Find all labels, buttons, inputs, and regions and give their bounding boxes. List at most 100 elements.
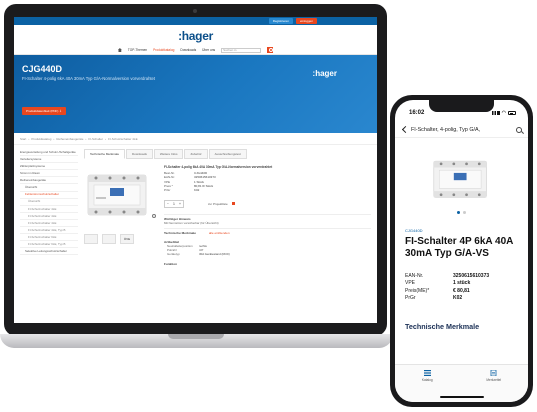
plus-icon[interactable]: + bbox=[177, 201, 183, 207]
hager-logo[interactable]: :hager bbox=[178, 29, 213, 43]
features-heading: Technische Merkmale alle einblenden bbox=[164, 227, 371, 235]
phone-screen: 16:02 ◠ FI-Schalter, 4-polig, Typ G/A, C… bbox=[395, 100, 528, 402]
category-sidebar: Energieverteilung und Schutz-/Schaltgerä… bbox=[20, 149, 78, 266]
quantity-row: − 1 + zur Projektliste bbox=[164, 199, 371, 208]
thumbnail[interactable] bbox=[84, 234, 98, 244]
search-icon[interactable] bbox=[516, 126, 522, 133]
sidebar-item[interactable]: Reiheneinbaugeräte bbox=[20, 177, 78, 185]
breadcrumb-item[interactable]: FI-Schalter bbox=[88, 137, 103, 141]
rcd-device-illustration bbox=[433, 160, 487, 198]
phone-section-heading[interactable]: Technische Merkmale bbox=[405, 322, 518, 331]
sidebar-item[interactable]: FI-Schutzschalter 4LE, Typ B bbox=[20, 227, 78, 235]
breadcrumb-item[interactable]: Start bbox=[20, 137, 26, 141]
sidebar-item[interactable]: Fehlerstromschutzschalter bbox=[20, 192, 78, 199]
sidebar-item[interactable]: FI-Schutzschalter 6LE, Typ B bbox=[20, 241, 78, 249]
sidebar-item[interactable]: Selektive Leitungsschutzschalter bbox=[20, 248, 78, 256]
tab-merkzettel-label: Merkzettel bbox=[486, 378, 502, 382]
pdf-download-button[interactable]: Produktdatenblatt (PDF) ⇩ bbox=[22, 107, 66, 115]
breadcrumb-item[interactable]: Produktkatalog bbox=[31, 137, 51, 141]
nav-top-themen[interactable]: TOP-Themen bbox=[128, 48, 147, 52]
nav-produktkatalog[interactable]: Produktkatalog bbox=[153, 48, 174, 52]
thumbnail[interactable] bbox=[102, 234, 116, 244]
hint-heading: Wichtiger Hinweis bbox=[164, 213, 371, 221]
page-content: Energieverteilung und Schutz-/Schaltgerä… bbox=[14, 145, 377, 270]
breadcrumb-item[interactable]: FI-Schutzschalter 4LE bbox=[108, 137, 138, 141]
pdf-button-label: Produktdatenblatt (PDF) bbox=[26, 109, 59, 113]
product-code: CJG440D bbox=[405, 228, 423, 233]
phone-spec-row: EAN-Nr. 3250615610373 bbox=[405, 273, 518, 280]
product-main: Technische Merkmale Downloads Weitere In… bbox=[84, 149, 371, 266]
back-chevron-icon[interactable] bbox=[401, 125, 410, 134]
section-funktion[interactable]: Funktion bbox=[164, 260, 371, 266]
sidebar-item[interactable]: FI-Schutzschalter 4LE bbox=[20, 220, 78, 228]
phone-spec-list: EAN-Nr. 3250615610373 VPE 1 stück Preis(ME)*… bbox=[405, 273, 518, 302]
spec-key: Preis(ME)* bbox=[405, 287, 430, 294]
phone-spec-row: PrGr K02 bbox=[405, 295, 518, 302]
site-topbar: Registrieren einloggen bbox=[14, 17, 377, 25]
rcd-device-illustration bbox=[87, 174, 147, 216]
thumbnail-strip: ÖVE bbox=[84, 234, 154, 244]
app-header-title: FI-Schalter, 4-polig, Typ G/A, bbox=[411, 126, 481, 133]
phone-notch bbox=[429, 100, 494, 112]
home-indicator bbox=[440, 396, 484, 398]
main-nav: TOP-Themen Produktkatalog Downloads Über… bbox=[14, 46, 377, 55]
features-toggle-link[interactable]: alle einblenden bbox=[209, 231, 230, 235]
zoom-icon[interactable] bbox=[152, 214, 156, 218]
laptop: Registrieren einloggen :hager TOP-Themen… bbox=[4, 4, 387, 336]
tab-weitere-infos[interactable]: Weitere Infos bbox=[153, 149, 184, 159]
tab-ausschreibungstext[interactable]: Ausschreibungstext bbox=[208, 149, 247, 159]
product-image[interactable] bbox=[84, 165, 156, 220]
quantity-stepper[interactable]: − 1 + bbox=[164, 199, 184, 208]
nav-downloads[interactable]: Downloads bbox=[180, 48, 196, 52]
sidebar-item[interactable]: Strom im Raum bbox=[20, 170, 78, 178]
hero-subtitle: FI-Schalter 4-polig 6kA 40A 30mA Typ G/A… bbox=[22, 76, 156, 81]
sidebar-item[interactable]: Energieverteilung und Schutz-/Schaltgerä… bbox=[20, 149, 78, 157]
product-tabs: Technische Merkmale Downloads Weitere In… bbox=[84, 149, 371, 159]
laptop-camera bbox=[193, 9, 197, 13]
spec-value: € 80,81 bbox=[453, 287, 470, 294]
nav-ueber-uns[interactable]: Über uns bbox=[202, 48, 215, 52]
tab-katalog[interactable]: Katalog bbox=[422, 370, 433, 402]
breadcrumb: Start › Produktkatalog › Reiheneinbaugerät… bbox=[14, 133, 377, 145]
spec-key: EAN-Nr. bbox=[405, 273, 424, 279]
cart-icon[interactable] bbox=[231, 202, 235, 206]
tab-merkzettel[interactable]: Merkzettel bbox=[486, 370, 501, 402]
wifi-icon: ◠ bbox=[501, 110, 506, 116]
hero-logo: :hager bbox=[312, 69, 337, 78]
tab-technische-merkmale[interactable]: Technische Merkmale bbox=[84, 149, 126, 159]
product-specs: Best-Nr. CJG440D EAN-Nr. 3250615610373 VPE 1 … bbox=[164, 171, 371, 193]
spec-key: PrGr bbox=[164, 188, 171, 193]
product-image-carousel[interactable] bbox=[395, 138, 528, 216]
product-title: FI-Schalter 4-polig 6kA 40A 30mA Typ G/A… bbox=[164, 165, 273, 169]
sidebar-item[interactable]: Zählerplatzsysteme bbox=[20, 163, 78, 171]
sidebar-item[interactable]: Übersicht bbox=[20, 184, 78, 192]
sidebar-item[interactable]: Übersicht bbox=[20, 199, 78, 206]
spec-value: K02 bbox=[453, 294, 463, 301]
laptop-screen: Registrieren einloggen :hager TOP-Themen… bbox=[14, 17, 377, 323]
site-search-input[interactable]: Suchen in bbox=[221, 47, 262, 53]
tab-downloads[interactable]: Downloads bbox=[126, 149, 153, 159]
carousel-dot[interactable] bbox=[457, 211, 460, 214]
signal-icon bbox=[491, 111, 500, 115]
project-list-link[interactable]: zur Projektliste bbox=[208, 202, 228, 206]
features-title: Technische Merkmale bbox=[164, 230, 196, 235]
carousel-dot[interactable] bbox=[463, 211, 466, 214]
thumbnail-certification[interactable]: ÖVE bbox=[120, 234, 134, 244]
smartphone: 16:02 ◠ FI-Schalter, 4-polig, Typ G/A, C… bbox=[390, 95, 533, 407]
search-icon[interactable] bbox=[267, 47, 274, 53]
register-button[interactable]: Registrieren bbox=[268, 18, 293, 24]
sidebar-item[interactable]: FI-Schutzschalter 4LE bbox=[20, 206, 78, 213]
laptop-base bbox=[0, 334, 393, 348]
login-button[interactable]: einloggen bbox=[295, 18, 317, 24]
product-info: FI-Schalter 4-polig 6kA 40A 30mA Typ G/A… bbox=[164, 165, 371, 266]
spec-key: PrGr bbox=[405, 294, 416, 301]
sidebar-item[interactable]: FI-Schutzschalter 6LE bbox=[20, 234, 78, 242]
feature-list: Neutralleiterposition rechts Polzahl 4 P Ger… bbox=[164, 244, 371, 257]
feature-value: 30A Gerätestand (RCD) bbox=[199, 252, 230, 257]
home-icon[interactable] bbox=[117, 48, 122, 52]
sidebar-item[interactable]: FI-Schutzschalter 4LE bbox=[20, 213, 78, 220]
spec-value: K02 bbox=[194, 188, 200, 193]
sidebar-item[interactable]: Verteilersysteme bbox=[20, 156, 78, 164]
tab-zubehoer[interactable]: Zubehör bbox=[184, 149, 208, 159]
breadcrumb-item[interactable]: Reiheneinbaugeräte bbox=[56, 137, 83, 141]
